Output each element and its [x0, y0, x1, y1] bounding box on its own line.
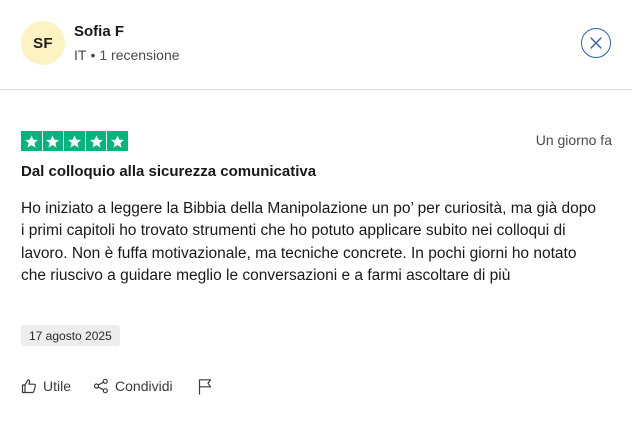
reviewer-country: IT — [74, 47, 87, 63]
review-body: Ho iniziato a leggere la Bibbia della Ma… — [21, 200, 597, 285]
report-button[interactable] — [197, 378, 213, 395]
star — [85, 131, 107, 151]
reviewer-meta: IT • 1 recensione — [74, 47, 180, 63]
star — [42, 131, 64, 151]
review-actions: Utile Condividi — [21, 376, 213, 396]
star — [21, 131, 42, 151]
star-icon — [89, 134, 103, 148]
thumbs-up-icon — [21, 379, 36, 394]
star — [107, 131, 128, 151]
reviewer-name[interactable]: Sofia F — [74, 23, 124, 40]
share-icon — [93, 378, 108, 394]
flag-icon — [198, 378, 211, 394]
share-label: Condividi — [115, 378, 173, 394]
star-icon — [111, 134, 125, 148]
useful-button[interactable]: Utile — [21, 378, 71, 394]
experience-date-badge: 17 agosto 2025 — [21, 325, 120, 346]
review-relative-date: Un giorno fa — [535, 132, 612, 148]
share-button[interactable]: Condividi — [93, 378, 173, 394]
star-icon — [67, 134, 81, 148]
close-button[interactable] — [581, 28, 611, 58]
useful-label: Utile — [43, 378, 72, 394]
avatar: SF — [21, 21, 65, 65]
star-rating — [21, 131, 128, 151]
star-icon — [24, 134, 38, 148]
star-icon — [46, 134, 60, 148]
review-card: SF Sofia F IT • 1 recensione Un giorno f… — [0, 0, 632, 421]
review-title: Dal colloquio alla sicurezza comunicativ… — [21, 163, 317, 180]
meta-separator: • — [90, 47, 96, 63]
close-icon — [590, 37, 602, 49]
star — [64, 131, 85, 151]
review-header: SF Sofia F IT • 1 recensione — [0, 0, 632, 90]
reviewer-review-count: 1 recensione — [99, 47, 180, 63]
